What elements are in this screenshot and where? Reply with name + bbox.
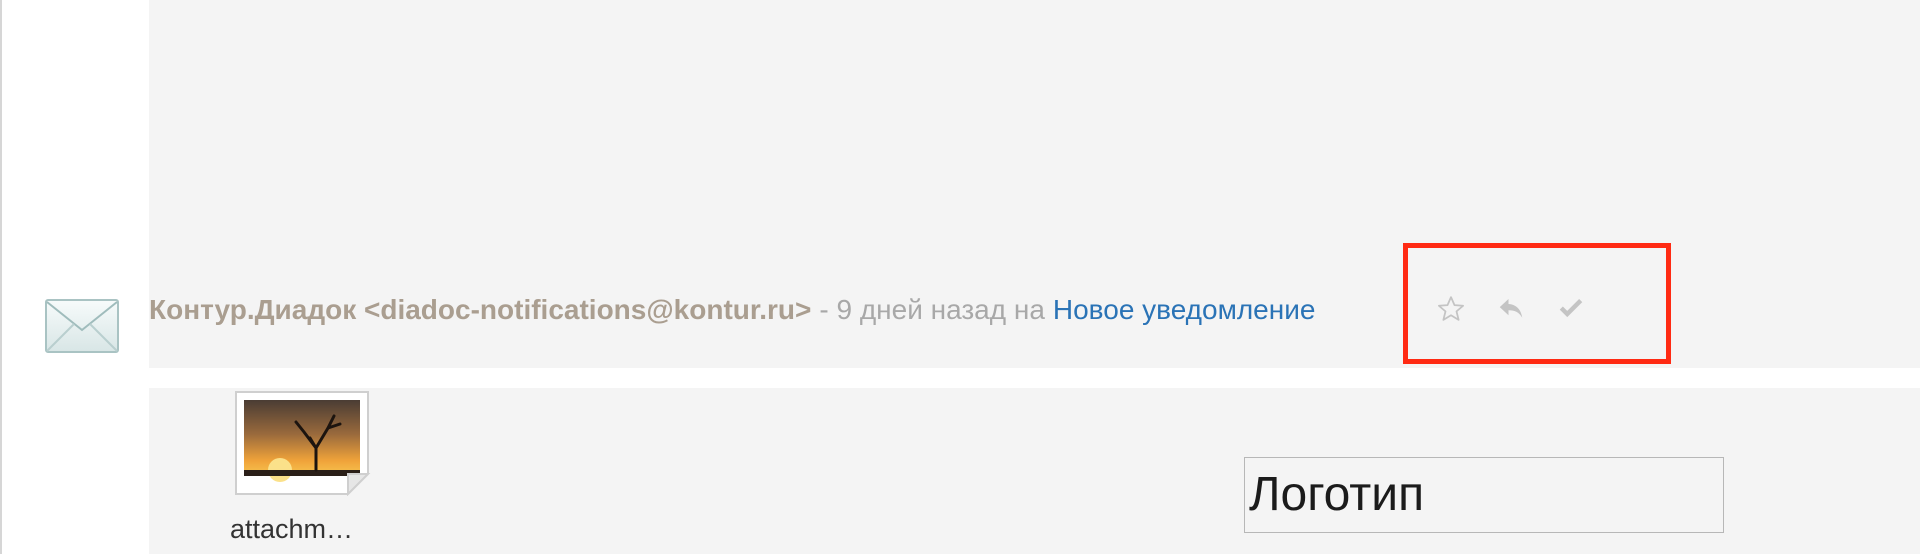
attachment[interactable]: attachm… [230, 388, 372, 544]
message-header: Контур.Диадок <diadoc-notifications@kont… [149, 288, 1315, 332]
logo-image-placeholder: Логотип [1244, 457, 1724, 533]
attachment-name[interactable]: attachm… [230, 514, 390, 545]
left-border [0, 0, 2, 554]
sender-name: Контур.Диадок <diadoc-notifications@kont… [149, 294, 812, 325]
envelope-icon [45, 299, 119, 353]
highlight-annotation [1403, 243, 1671, 364]
message-meta: - 9 дней назад на [819, 294, 1045, 325]
subject-link[interactable]: Новое уведомление [1053, 288, 1316, 332]
image-file-icon [235, 391, 371, 496]
